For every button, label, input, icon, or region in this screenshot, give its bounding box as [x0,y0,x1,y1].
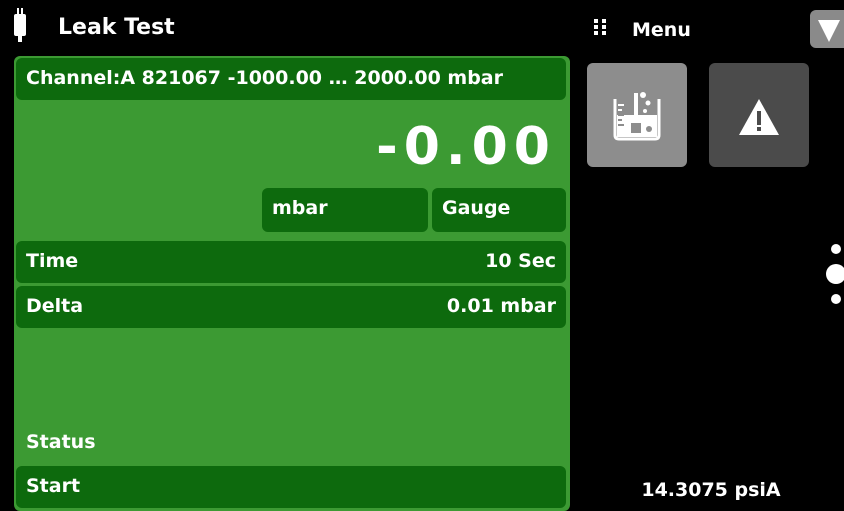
page-dot[interactable] [831,294,841,304]
time-value: 10 Sec [485,250,556,272]
channel-selector[interactable]: Channel:A 821067 -1000.00 … 2000.00 mbar [16,58,566,100]
warning-icon [739,99,779,135]
dropdown-button[interactable] [810,10,844,48]
mode-label: Gauge [442,197,511,219]
delta-setting[interactable]: Delta 0.01 mbar [16,286,566,328]
time-setting[interactable]: Time 10 Sec [16,241,566,283]
menu-label: Menu [632,19,691,41]
leak-test-tile[interactable] [587,63,687,167]
start-label: Start [26,475,81,497]
delta-value: 0.01 mbar [446,295,556,317]
warning-tile[interactable] [709,63,809,167]
menu-button[interactable] [578,0,844,56]
time-label: Time [26,250,79,272]
start-button[interactable]: Start [16,466,566,508]
barometric-reading: 14.3075 psiA [641,479,781,501]
leak-test-beaker-icon [613,92,661,141]
status-label: Status [26,431,96,453]
channel-text: Channel:A 821067 -1000.00 … 2000.00 mbar [26,67,503,89]
page-dot-active[interactable] [826,264,844,284]
unit-label: mbar [272,197,328,219]
chevron-down-icon [818,20,840,42]
pressure-reading: -0.00 [376,117,556,177]
mode-button[interactable]: Gauge [432,188,566,232]
grip-dots-icon [593,16,607,41]
unit-button[interactable]: mbar [262,188,428,232]
sensor-probe-icon [12,8,28,48]
delta-label: Delta [26,295,84,317]
page-dot[interactable] [831,244,841,254]
page-title: Leak Test [58,15,175,40]
